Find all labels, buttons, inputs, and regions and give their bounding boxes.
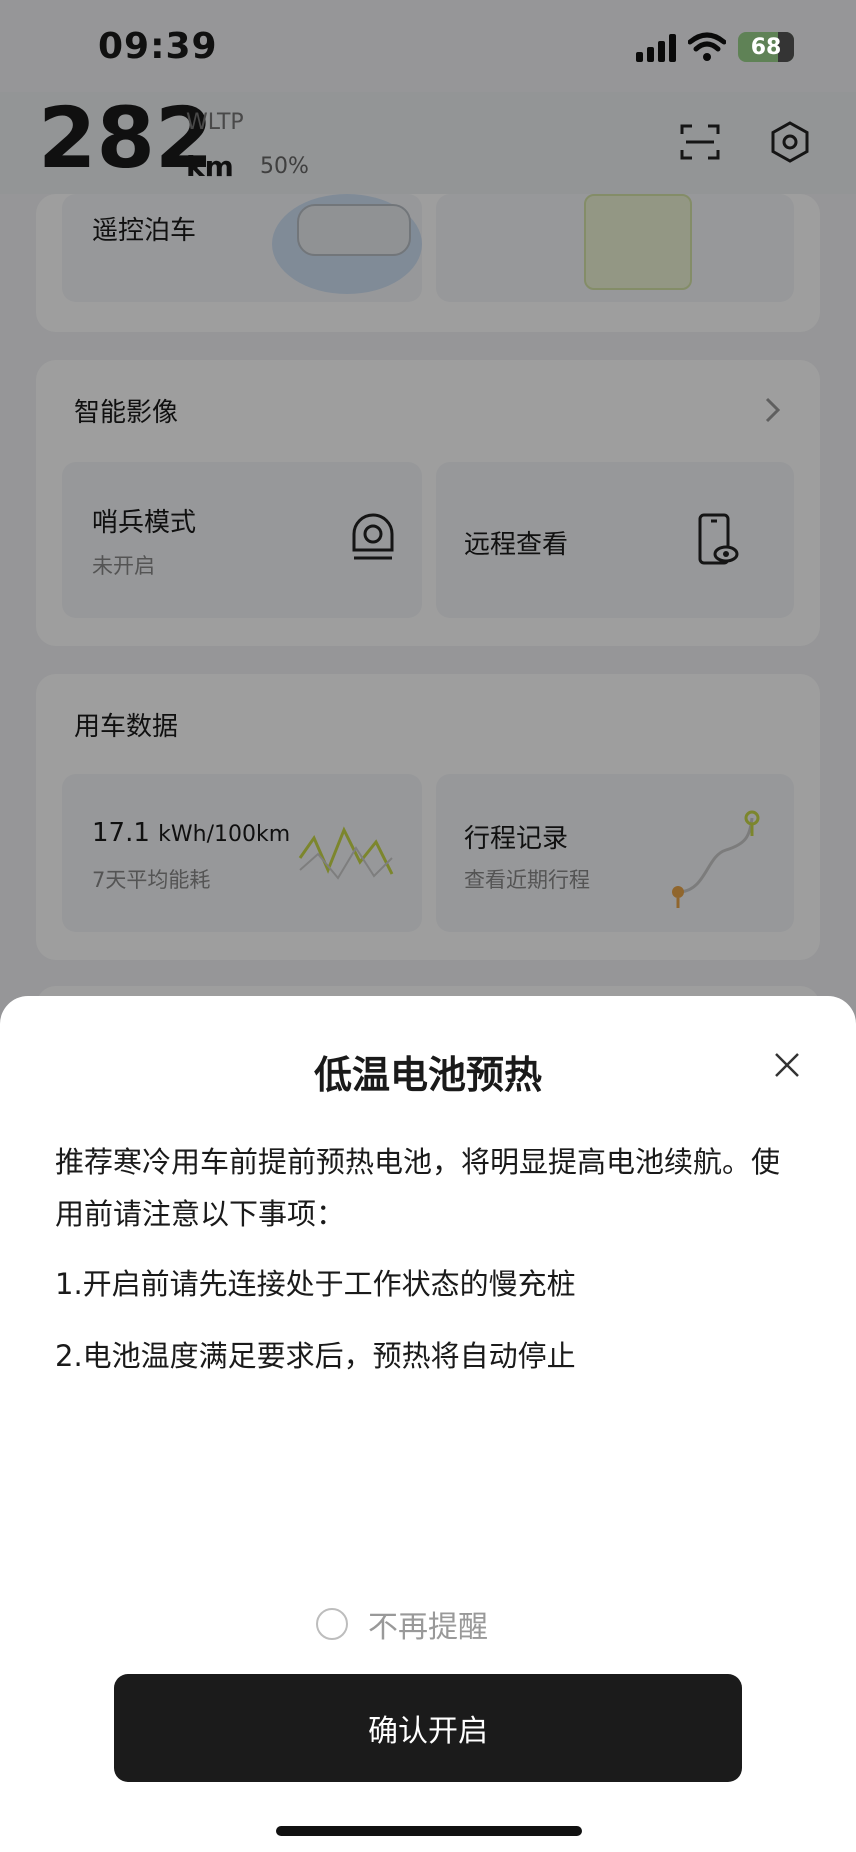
dont-remind-option[interactable]: 不再提醒 [316, 1602, 488, 1646]
battery-preheat-sheet: 低温电池预热 推荐寒冷用车前提前预热电池，将明显提高电池续航。使用前请注意以下事… [0, 996, 856, 1852]
sheet-title: 低温电池预热 [313, 1053, 542, 1097]
sheet-intro: 推荐寒冷用车前提前预热电池，将明显提高电池续航。使用前请注意以下事项： [55, 1145, 781, 1231]
confirm-button[interactable]: 确认开启 [114, 1674, 742, 1782]
sheet-item-2: 2.电池温度满足要求后，预热将自动停止 [55, 1339, 576, 1373]
sheet-item-1: 1.开启前请先连接处于工作状态的慢充桩 [55, 1267, 576, 1301]
home-indicator [276, 1826, 582, 1836]
dont-remind-radio[interactable] [316, 1608, 348, 1640]
dont-remind-label: 不再提醒 [368, 1610, 488, 1645]
close-icon[interactable] [770, 1048, 804, 1082]
